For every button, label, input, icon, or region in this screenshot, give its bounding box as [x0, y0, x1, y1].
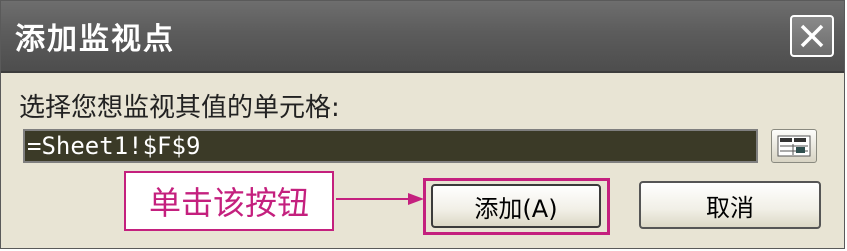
prompt-label: 选择您想监视其值的单元格: [19, 93, 340, 123]
dialog-title: 添加监视点 [15, 22, 175, 57]
add-button[interactable]: 添加(A) [431, 184, 601, 228]
range-select-icon [777, 135, 811, 157]
dialog-body: 选择您想监视其值的单元格: =Sheet1!$F$9 单击该按钮 添加(A) 取… [1, 73, 844, 248]
close-icon [800, 24, 824, 48]
collapse-dialog-button[interactable] [771, 129, 817, 163]
title-bar: 添加监视点 [1, 1, 844, 73]
callout-arrow-icon [336, 193, 424, 205]
cancel-button[interactable]: 取消 [639, 181, 821, 229]
instruction-callout: 单击该按钮 [124, 171, 334, 231]
reference-input[interactable]: =Sheet1!$F$9 [23, 129, 758, 163]
add-watch-dialog: 添加监视点 选择您想监视其值的单元格: =Sheet1!$F$9 单击该按钮 添… [0, 0, 845, 249]
close-button[interactable] [790, 15, 834, 57]
